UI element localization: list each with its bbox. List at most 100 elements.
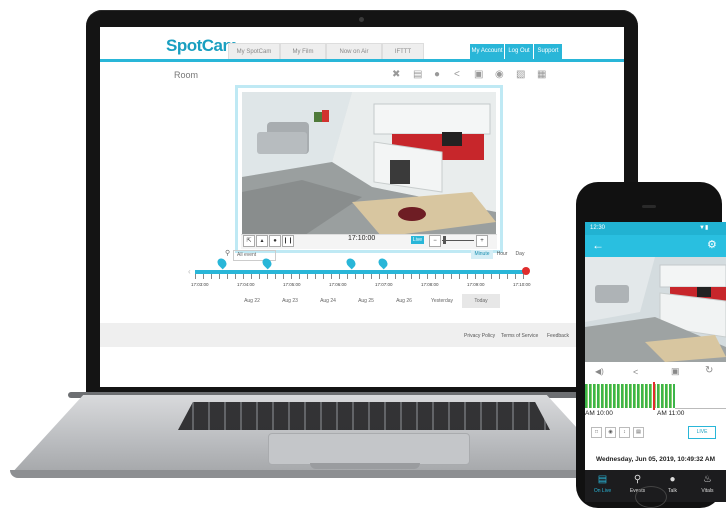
feedback-link[interactable]: Feedback — [547, 333, 569, 339]
nav-on-live-label: On Live — [593, 488, 612, 494]
fullscreen-icon[interactable]: ⇱ — [243, 235, 255, 247]
spotcam-logo[interactable]: SpotCam — [166, 36, 238, 56]
laptop-keyboard — [178, 402, 550, 430]
camera-feed-image — [242, 92, 496, 237]
timeline-tick-label: 17:05:00 — [283, 282, 301, 287]
film-icon[interactable]: ▤ — [413, 69, 422, 80]
timeline-tick-label: 17:06:00 — [329, 282, 347, 287]
talk-icon[interactable]: ● — [269, 235, 281, 247]
grid-icon[interactable]: ▦ — [537, 69, 546, 80]
microphone-icon[interactable]: ● — [434, 69, 440, 80]
volume-icon[interactable]: ◀) — [595, 367, 604, 376]
share-icon[interactable]: < — [633, 367, 638, 377]
zoom-slider-handle[interactable] — [443, 236, 446, 244]
playhead-marker[interactable] — [522, 267, 530, 275]
timeline-tick-label: 17:10:00 — [513, 282, 531, 287]
phone-icon-row: ◀) < ▣ ↻ — [585, 362, 726, 384]
privacy-policy-link[interactable]: Privacy Policy — [464, 333, 495, 339]
support-link[interactable]: Support — [534, 44, 562, 59]
phone-timeline-end: AM 11:00 — [657, 410, 685, 417]
log-out-link[interactable]: Log Out — [505, 44, 533, 59]
live-icon: ▤ — [597, 474, 608, 485]
laptop-screen: SpotCam My SpotCam My Film Now on Air IF… — [100, 27, 624, 387]
terms-of-service-link[interactable]: Terms of Service — [501, 333, 538, 339]
nav-vitals[interactable]: ♨ Vitals — [690, 470, 725, 502]
snapshot-icon[interactable]: ▣ — [671, 366, 680, 377]
player-time: 17:10:00 — [348, 235, 376, 242]
day-option[interactable]: Aug 23 — [270, 298, 310, 304]
phone-screen: 12:30 ▼▮ ← ⚙ ◀) < ▣ ↻ AM 10:00 AM 11:00 … — [585, 222, 726, 502]
my-account-link[interactable]: My Account — [470, 44, 504, 59]
laptop-front-edge — [10, 470, 620, 478]
header-accent-line — [100, 59, 624, 62]
status-time: 12:30 — [590, 225, 606, 231]
day-option[interactable]: Aug 26 — [384, 298, 424, 304]
phone-camera-feed[interactable] — [585, 257, 726, 362]
timeline-tick-label: 17:09:00 — [467, 282, 485, 287]
camera-name: Room — [174, 70, 199, 80]
phone-film-icon[interactable]: ▤ — [633, 427, 644, 438]
event-marker[interactable] — [344, 256, 358, 270]
vitals-icon: ♨ — [703, 474, 712, 485]
snapshot-icon[interactable]: ▣ — [474, 69, 483, 80]
phone-playhead[interactable] — [653, 382, 655, 410]
room-scene — [242, 92, 496, 237]
tab-my-spotcam[interactable]: My SpotCam — [228, 43, 280, 60]
timeline-prev-icon[interactable]: ‹ — [188, 267, 191, 276]
trash-icon[interactable]: ▧ — [516, 69, 525, 80]
phone-datetime: Wednesday, Jun 05, 2019, 10:49:32 AM — [595, 456, 716, 463]
event-marker[interactable] — [215, 256, 229, 270]
nav-vitals-label: Vitals — [701, 488, 714, 494]
timeline-tick-label: 17:03:00 — [191, 282, 209, 287]
replay-icon[interactable]: ↻ — [705, 365, 713, 376]
phone-live-button[interactable]: LIVE — [688, 426, 716, 439]
timeline-tick-label: 17:04:00 — [237, 282, 255, 287]
phone-room-scene — [585, 257, 726, 362]
volume-icon[interactable]: ▴ — [256, 235, 268, 247]
timeline-ticks — [195, 274, 525, 279]
phone-timeline-start: AM 10:00 — [585, 410, 613, 417]
pause-icon[interactable]: ❙❙ — [282, 235, 294, 247]
day-option-today[interactable]: Today — [462, 294, 500, 308]
video-player[interactable] — [235, 85, 503, 253]
phone-eye-icon[interactable]: ◉ — [605, 427, 616, 438]
tab-my-film[interactable]: My Film — [280, 43, 326, 60]
eye-icon[interactable]: ◉ — [495, 69, 504, 80]
day-option[interactable]: Yesterday — [422, 298, 462, 304]
phone-timeline-empty — [675, 384, 726, 409]
zoom-hour-option[interactable]: Hour — [493, 250, 511, 259]
share-icon[interactable]: < — [454, 69, 460, 80]
nav-on-live[interactable]: ▤ On Live — [585, 470, 620, 502]
nav-talk-label: Talk — [668, 488, 677, 494]
microphone-icon: ● — [669, 474, 676, 485]
back-arrow-icon[interactable]: ← — [592, 238, 604, 252]
gear-icon[interactable]: ⚙ — [707, 238, 717, 251]
day-option[interactable]: Aug 25 — [346, 298, 386, 304]
timeline-tick-label: 17:07:00 — [375, 282, 393, 287]
phone-square-icon[interactable]: □ — [591, 427, 602, 438]
phone-speaker — [642, 205, 656, 208]
crop-icon[interactable]: ✖ — [392, 69, 400, 80]
event-marker[interactable] — [376, 256, 390, 270]
zoom-out-icon[interactable]: − — [429, 235, 441, 247]
signal-battery-icon: ▼▮ — [699, 225, 709, 231]
phone-app-header: ← ⚙ — [585, 235, 726, 257]
live-button[interactable]: Live — [411, 236, 424, 244]
phone-home-button[interactable] — [635, 486, 667, 508]
zoom-day-option[interactable]: Day — [511, 250, 529, 259]
day-option[interactable]: Aug 24 — [308, 298, 348, 304]
zoom-slider[interactable] — [442, 240, 474, 241]
tab-ifttt[interactable]: IFTTT — [382, 43, 424, 60]
zoom-in-icon[interactable]: + — [476, 235, 488, 247]
laptop-trackpad — [268, 433, 470, 465]
tab-now-on-air[interactable]: Now on Air — [326, 43, 382, 60]
webcam-icon — [359, 17, 364, 22]
event-pin-icon: ⚲ — [225, 250, 231, 257]
zoom-minute-option[interactable]: Minute — [471, 250, 493, 259]
laptop-notch — [310, 463, 420, 469]
timeline-tick-label: 17:08:00 — [421, 282, 439, 287]
phone-expand-icon[interactable]: ↕ — [619, 427, 630, 438]
page-footer — [100, 323, 624, 347]
phone-status-bar: 12:30 ▼▮ — [585, 222, 726, 235]
day-option[interactable]: Aug 22 — [232, 298, 272, 304]
